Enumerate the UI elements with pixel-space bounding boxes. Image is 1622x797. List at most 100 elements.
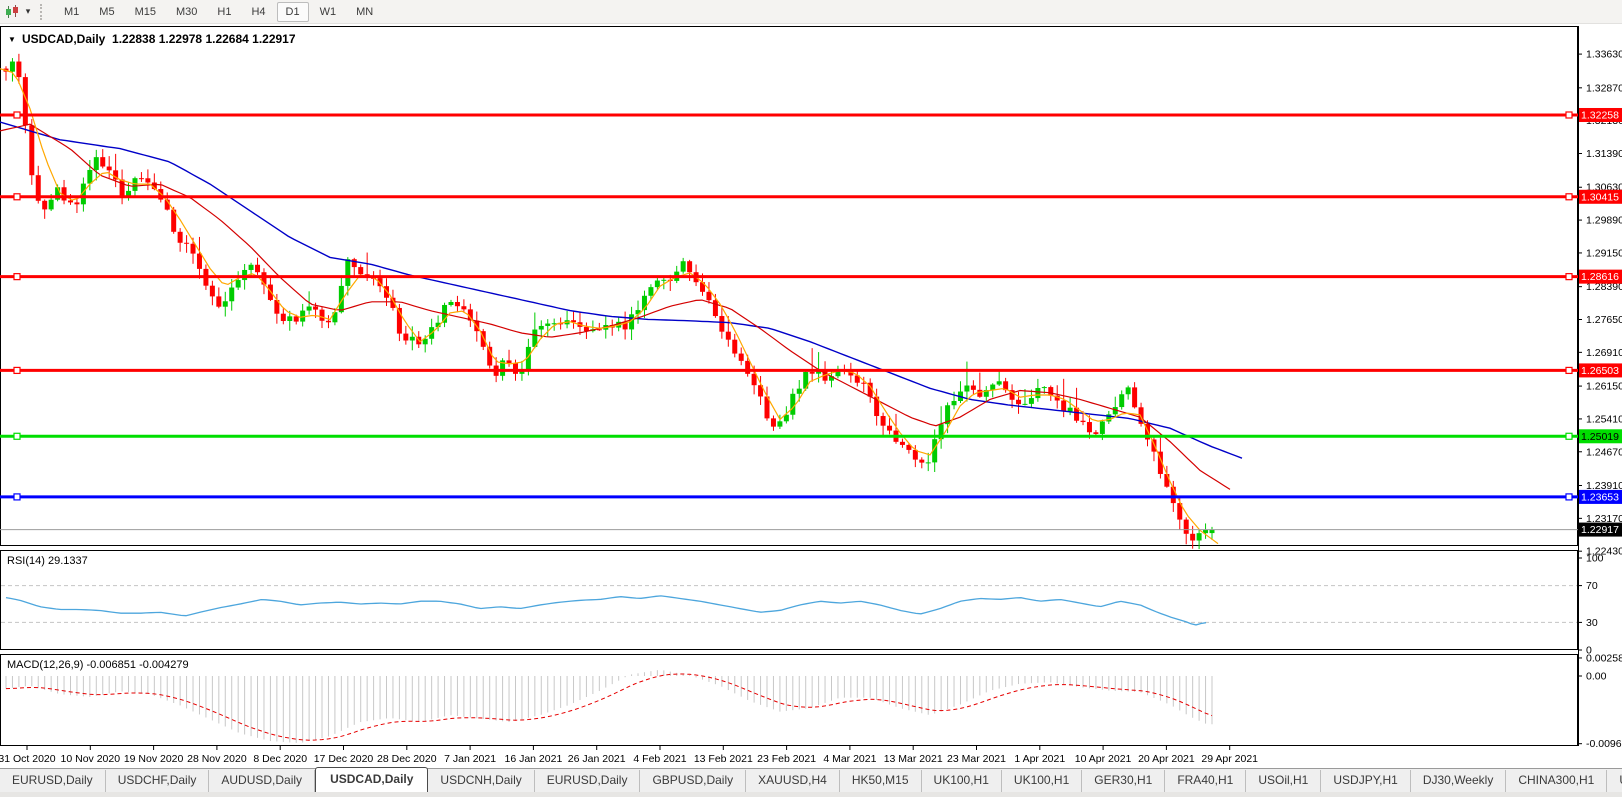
candle-body bbox=[384, 286, 389, 298]
candle-body bbox=[255, 265, 260, 272]
candle-body bbox=[448, 302, 453, 305]
date-label: 10 Apr 2021 bbox=[1075, 753, 1132, 765]
candle-body bbox=[403, 334, 408, 341]
hline-handle[interactable] bbox=[14, 112, 20, 118]
candle-body bbox=[145, 178, 150, 182]
hline-handle[interactable] bbox=[14, 494, 20, 500]
hline-handle[interactable] bbox=[1566, 494, 1572, 500]
candle-body bbox=[223, 301, 228, 306]
rsi-axis-label: 70 bbox=[1586, 580, 1598, 592]
candle-body bbox=[1190, 534, 1195, 541]
candlestick-chart-glyph bbox=[5, 5, 20, 19]
candle-body bbox=[216, 296, 221, 306]
timeframe-button-w1[interactable]: W1 bbox=[311, 2, 346, 22]
timeframe-button-mn[interactable]: MN bbox=[347, 2, 382, 22]
hline-1.23653[interactable]: 1.23653 bbox=[0, 490, 1622, 504]
timeframe-button-m1[interactable]: M1 bbox=[55, 2, 88, 22]
hline-handle[interactable] bbox=[14, 433, 20, 439]
chart-tab-eurusd-daily[interactable]: EURUSD,Daily bbox=[535, 770, 641, 792]
hline-1.30415[interactable]: 1.30415 bbox=[0, 190, 1622, 204]
candle-body bbox=[313, 307, 318, 310]
hline-1.26503[interactable]: 1.26503 bbox=[0, 363, 1622, 377]
candle-body bbox=[210, 286, 215, 297]
candle-body bbox=[513, 363, 518, 374]
date-label: 23 Mar 2021 bbox=[947, 753, 1006, 765]
rsi-axis-label: 100 bbox=[1586, 553, 1604, 565]
candle-body bbox=[1119, 394, 1124, 407]
candle-body bbox=[410, 337, 415, 341]
hline-handle[interactable] bbox=[1566, 274, 1572, 280]
chart-tab-ger30-h1[interactable]: GER30,H1 bbox=[1082, 770, 1165, 792]
date-axis[interactable]: 31 Oct 202010 Nov 202019 Nov 202028 Nov … bbox=[0, 746, 1258, 765]
timeframe-button-m5[interactable]: M5 bbox=[90, 2, 123, 22]
hline-handle[interactable] bbox=[1566, 367, 1572, 373]
current-price-label: 1.22917 bbox=[1581, 524, 1619, 536]
chart-tab-audusd-daily[interactable]: AUDUSD,Daily bbox=[209, 770, 315, 792]
candle-body bbox=[10, 62, 15, 72]
chart-tab-usdcnh-daily[interactable]: USDCNH,Daily bbox=[428, 770, 534, 792]
chart-tab-dj30-weekly[interactable]: DJ30,Weekly bbox=[1411, 770, 1506, 792]
candlestick-chart-icon[interactable] bbox=[2, 3, 22, 21]
candle-body bbox=[1081, 421, 1086, 422]
date-label: 29 Apr 2021 bbox=[1201, 753, 1258, 765]
chart-tab-uk100-h1[interactable]: UK100,H1 bbox=[922, 770, 1002, 792]
candle-body bbox=[726, 332, 731, 340]
timeframe-button-h1[interactable]: H1 bbox=[208, 2, 240, 22]
candle-body bbox=[461, 306, 466, 309]
price-tick-label: 1.26910 bbox=[1586, 347, 1622, 359]
price-axis[interactable]: 1.336301.328701.321301.313901.306301.298… bbox=[1578, 49, 1622, 558]
hline-1.32258[interactable]: 1.32258 bbox=[0, 108, 1622, 122]
chart-tabs-group: EURUSD,DailyUSDCHF,DailyAUDUSD,DailyUSDC… bbox=[0, 767, 1622, 792]
chart-canvas[interactable]: 1.336301.328701.321301.313901.306301.298… bbox=[0, 0, 1622, 768]
timeframe-button-h4[interactable]: H4 bbox=[242, 2, 274, 22]
chart-tab-hk50-m15[interactable]: HK50,M15 bbox=[840, 770, 922, 792]
price-badge-label: 1.25019 bbox=[1581, 431, 1619, 443]
timeframe-toolbar: ▾ M1M5M15M30H1H4D1W1MN bbox=[0, 0, 1622, 24]
chart-tab-usdcad-daily[interactable]: USDCAD,Daily bbox=[315, 767, 428, 792]
hline-1.25019[interactable]: 1.25019 bbox=[0, 429, 1622, 443]
candle-body bbox=[926, 462, 931, 463]
chart-tab-usdjpy-h1[interactable]: USDJPY,H1 bbox=[1321, 770, 1410, 792]
chart-tab-uk100-h1[interactable]: UK100,H1 bbox=[1002, 770, 1082, 792]
candle-body bbox=[661, 280, 666, 281]
hline-handle[interactable] bbox=[1566, 433, 1572, 439]
chart-tab-xauusd-h4[interactable]: XAUUSD,H4 bbox=[746, 770, 840, 792]
hline-handle[interactable] bbox=[14, 194, 20, 200]
candle-body bbox=[87, 170, 92, 184]
hline-handle[interactable] bbox=[1566, 112, 1572, 118]
candle-body bbox=[100, 157, 105, 166]
chart-tab-eurusd-daily[interactable]: EURUSD,Daily bbox=[0, 770, 106, 792]
chevron-down-icon[interactable]: ▾ bbox=[22, 6, 34, 17]
timeframe-button-m30[interactable]: M30 bbox=[167, 2, 206, 22]
price-tick-label: 1.26150 bbox=[1586, 381, 1622, 393]
hline-handle[interactable] bbox=[14, 274, 20, 280]
symbol-collapse-icon[interactable]: ▼ bbox=[8, 35, 16, 44]
date-label: 1 Apr 2021 bbox=[1014, 753, 1065, 765]
candle-body bbox=[1022, 404, 1027, 405]
chart-tab-china300-h1[interactable]: CHINA300,H1 bbox=[1506, 770, 1607, 792]
hline-handle[interactable] bbox=[14, 367, 20, 373]
date-label: 10 Nov 2020 bbox=[61, 753, 121, 765]
chart-tab-u[interactable]: U bbox=[1607, 770, 1622, 792]
price-badge-label: 1.26503 bbox=[1581, 365, 1619, 377]
date-label: 4 Feb 2021 bbox=[633, 753, 686, 765]
candle-body bbox=[1087, 422, 1092, 432]
ma-mid-red-line bbox=[0, 124, 1230, 489]
chart-tab-usdchf-daily[interactable]: USDCHF,Daily bbox=[106, 770, 210, 792]
macd-panel bbox=[1, 655, 1578, 746]
date-label: 17 Dec 2020 bbox=[314, 753, 374, 765]
chart-tab-usoil-h1[interactable]: USOil,H1 bbox=[1246, 770, 1321, 792]
chart-tab-fra40-h1[interactable]: FRA40,H1 bbox=[1165, 770, 1246, 792]
current-price-marker: 1.22917 bbox=[0, 523, 1622, 537]
chart-tabs-bar: EURUSD,DailyUSDCHF,DailyAUDUSD,DailyUSDC… bbox=[0, 768, 1622, 792]
date-label: 4 Mar 2021 bbox=[823, 753, 876, 765]
chart-tab-gbpusd-daily[interactable]: GBPUSD,Daily bbox=[640, 770, 746, 792]
timeframe-button-m15[interactable]: M15 bbox=[126, 2, 165, 22]
hline-handle[interactable] bbox=[1566, 194, 1572, 200]
status-strip bbox=[0, 792, 1622, 797]
candle-body bbox=[810, 372, 815, 374]
timeframe-button-d1[interactable]: D1 bbox=[277, 2, 309, 22]
date-label: 7 Jan 2021 bbox=[444, 753, 496, 765]
candle-body bbox=[1197, 533, 1202, 540]
candle-body bbox=[326, 321, 331, 323]
